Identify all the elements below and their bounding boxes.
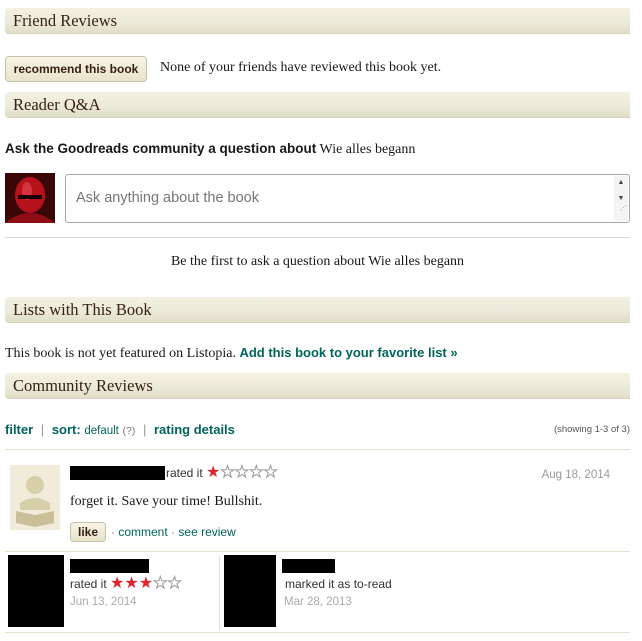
showing-count: (showing 1-3 of 3)	[553, 424, 630, 435]
question-placeholder: Ask anything about the book	[76, 190, 259, 206]
scroll-down-icon[interactable]: ▼	[614, 192, 628, 204]
filter-link[interactable]: filter	[5, 422, 33, 437]
star-rating: ★★★★★	[110, 575, 182, 592]
column-divider	[219, 556, 220, 631]
review-2-rating-line: rated it ★★★★★	[70, 575, 182, 592]
star-icon: ★	[167, 575, 182, 592]
star-icon: ★	[124, 575, 139, 592]
rated-it-text: rated it	[70, 577, 107, 591]
no-friend-reviews-text: None of your friends have reviewed this …	[160, 60, 442, 75]
review-date[interactable]: Aug 18, 2014	[542, 469, 610, 481]
star-rating: ★★★★★	[206, 464, 278, 481]
star-icon: ★	[138, 575, 154, 592]
resize-handle-icon[interactable]: ⋰	[614, 204, 628, 212]
divider	[5, 551, 630, 552]
reader-silhouette-icon	[16, 476, 54, 527]
reviewer-name-redacted[interactable]	[70, 559, 149, 573]
comment-link[interactable]: comment	[118, 525, 167, 539]
first-to-ask-text: Be the first to ask a question about Wie…	[170, 254, 465, 269]
review-controls: filter | sort: default (?) | rating deta…	[5, 422, 235, 437]
dot-separator: ·	[171, 525, 176, 539]
separator: |	[40, 422, 45, 437]
default-avatar[interactable]	[10, 465, 60, 530]
dot-separator: ·	[111, 525, 115, 539]
recommend-book-button[interactable]: recommend this book	[5, 56, 147, 82]
ask-prefix: Ask the Goodreads community a question a…	[5, 141, 317, 156]
reader-qa-header: Reader Q&A	[5, 92, 630, 118]
reviewer-avatar-redacted[interactable]	[8, 555, 64, 627]
star-icon: ★	[249, 464, 264, 481]
sort-colon: :	[76, 422, 81, 437]
sort-label: sort	[51, 422, 77, 437]
separator: |	[142, 422, 147, 437]
star-icon: ★	[153, 575, 168, 592]
avatar	[5, 173, 55, 223]
textarea-scrollbar[interactable]: ▲ ▼ ⋰	[614, 176, 628, 221]
not-featured-text: This book is not yet featured on Listopi…	[5, 346, 236, 361]
ask-community-text: Ask the Goodreads community a question a…	[5, 141, 415, 158]
review-date[interactable]: Mar 28, 2013	[284, 596, 352, 608]
add-to-list-link[interactable]: Add this book to your favorite list »	[239, 345, 457, 360]
question-textarea[interactable]: Ask anything about the book ▲ ▼ ⋰	[65, 174, 630, 223]
reviewer-avatar-redacted[interactable]	[224, 555, 276, 627]
review-date[interactable]: Jun 13, 2014	[70, 596, 137, 608]
shelf-action-text: marked it as to-read	[285, 577, 392, 591]
divider	[5, 237, 630, 238]
star-icon: ★	[206, 464, 221, 481]
lists-header: Lists with This Book	[5, 297, 630, 323]
divider	[5, 632, 630, 633]
listopia-text: This book is not yet featured on Listopi…	[5, 345, 458, 362]
reviewer-name-redacted[interactable]	[70, 466, 165, 480]
star-icon: ★	[110, 575, 125, 592]
sort-help-link[interactable]: (?)	[123, 425, 136, 437]
review-1-rating-line: rated it ★★★★★	[166, 464, 278, 481]
like-button[interactable]: like	[70, 522, 106, 542]
rated-it-text: rated it	[166, 466, 203, 480]
scroll-up-icon[interactable]: ▲	[614, 176, 628, 188]
review-actions: · comment · see review	[111, 525, 236, 539]
book-title: Wie alles begann	[319, 142, 416, 157]
rating-details-link[interactable]: rating details	[154, 422, 235, 437]
friend-reviews-header: Friend Reviews	[5, 8, 630, 34]
see-review-link[interactable]: see review	[178, 525, 235, 539]
reviewer-name-redacted[interactable]	[282, 559, 335, 573]
star-icon: ★	[234, 464, 250, 481]
review-text: forget it. Save your time! Bullshit.	[70, 494, 263, 509]
sort-dropdown[interactable]: default	[84, 425, 119, 437]
community-reviews-header: Community Reviews	[5, 373, 630, 399]
star-icon: ★	[263, 464, 278, 481]
divider	[5, 449, 630, 450]
star-icon: ★	[220, 464, 235, 481]
